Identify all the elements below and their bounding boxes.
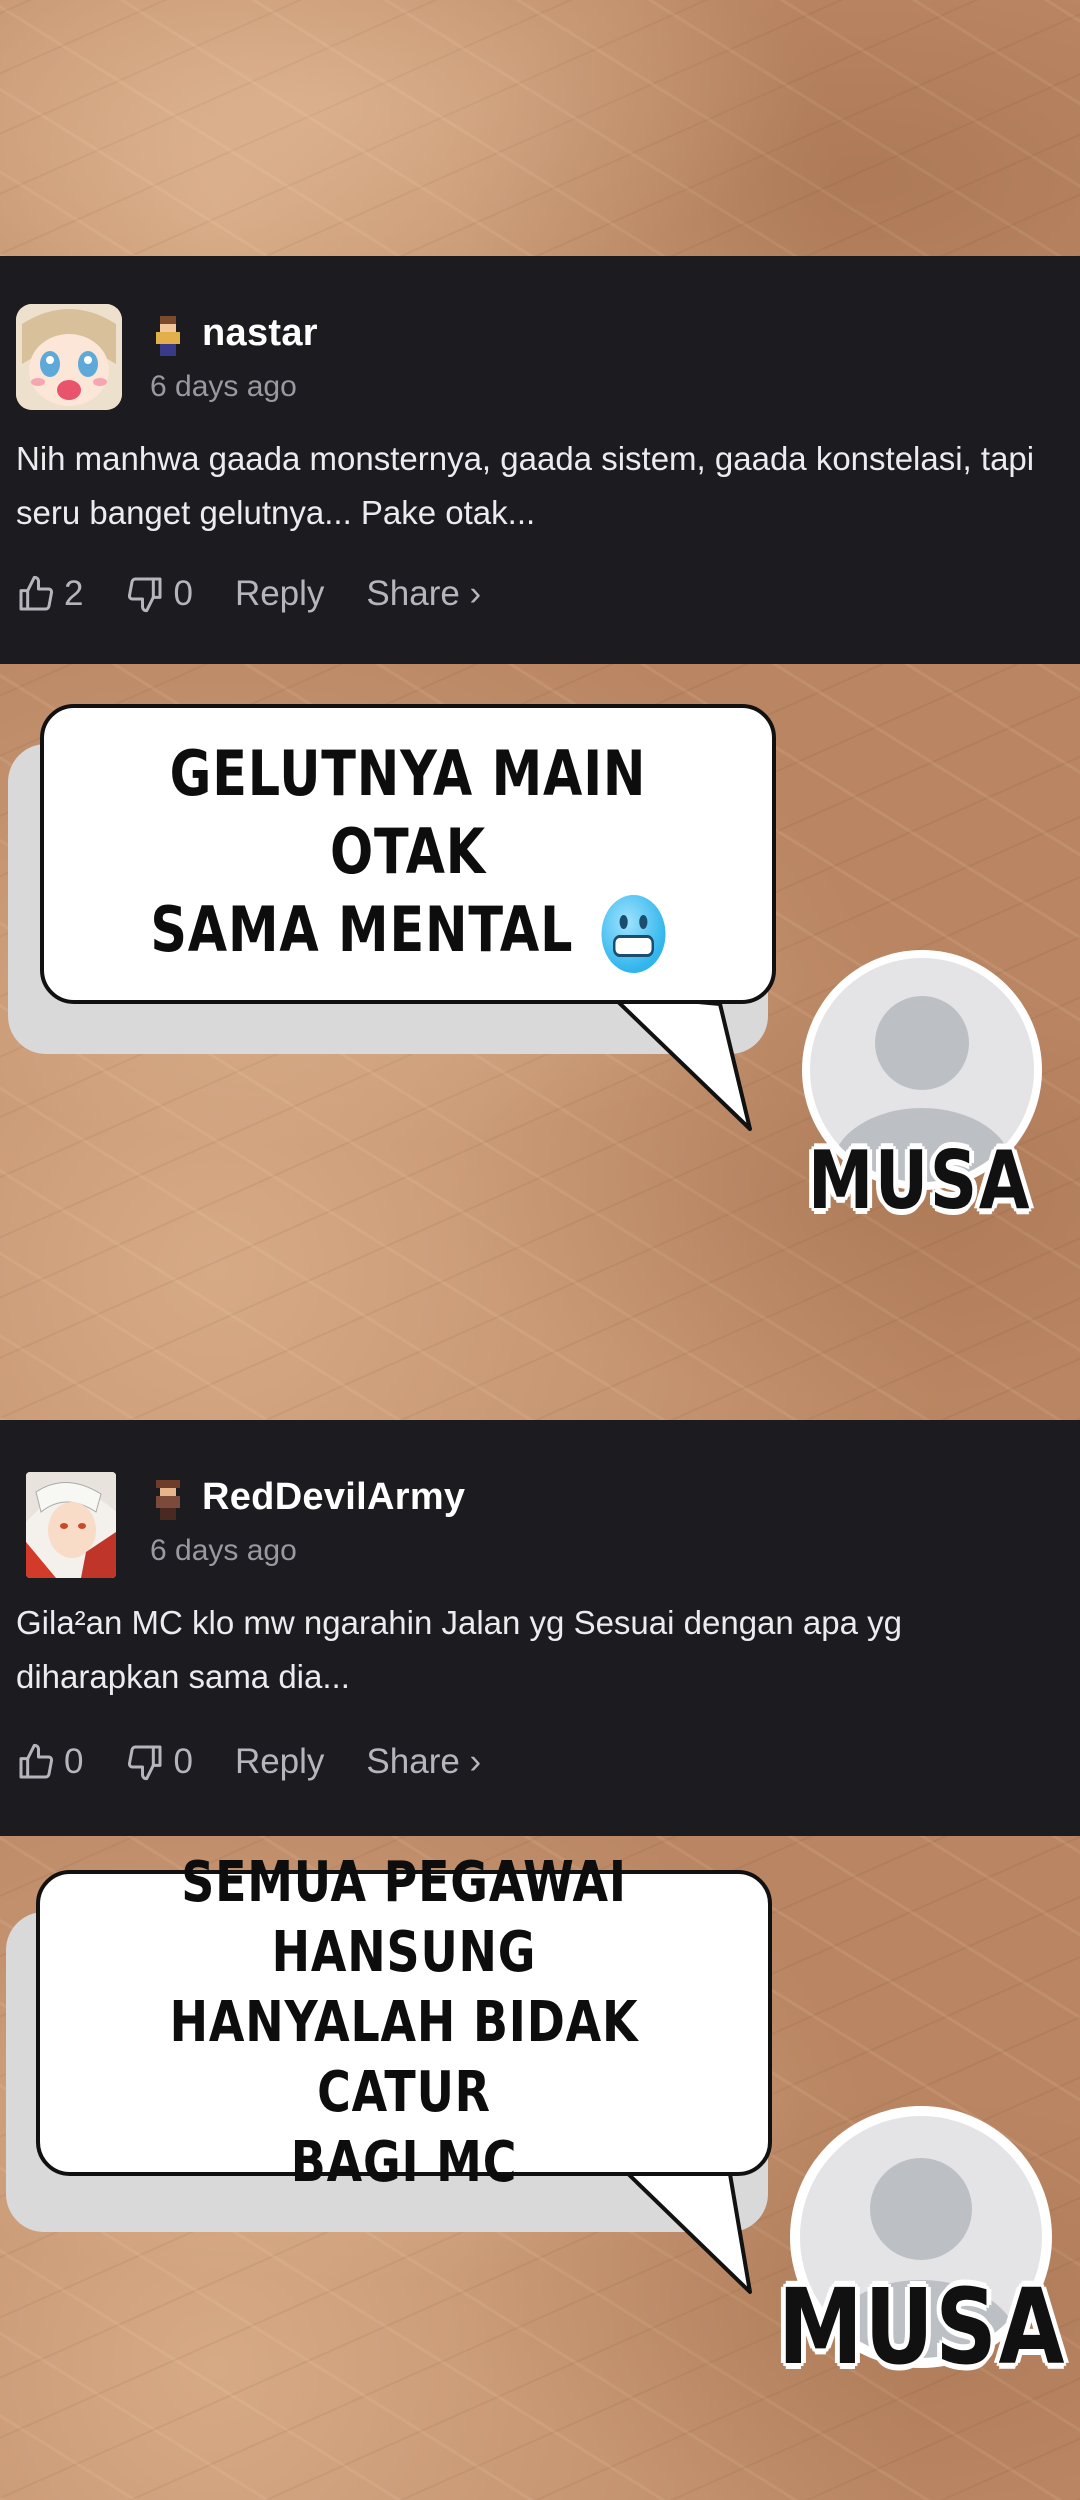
- like-button[interactable]: 0: [16, 1742, 83, 1782]
- bubble-line-1: GELUTNYA MAIN OTAK: [169, 737, 647, 889]
- bubble-line-1: SEMUA PEGAWAI HANSUNG: [181, 1850, 627, 1985]
- anime-girl-avatar-icon: [16, 304, 122, 410]
- user-avatar[interactable]: [16, 304, 122, 410]
- bubble-body: GELUTNYA MAIN OTAK SAMA MENTAL: [40, 704, 776, 1004]
- reply-button[interactable]: Reply: [235, 1742, 324, 1782]
- reply-button[interactable]: Reply: [235, 574, 324, 614]
- bubble-line-3: BAGI MC: [290, 2130, 518, 2195]
- bubble-body: SEMUA PEGAWAI HANSUNG HANYALAH BIDAK CAT…: [36, 1850, 772, 2195]
- author-name-label: MUSA: [808, 1134, 1032, 1227]
- comment-card-2: RedDevilArmy 6 days ago Gila²an MC klo m…: [0, 1420, 1080, 1836]
- username[interactable]: nastar: [202, 312, 318, 355]
- bubble-line-2: HANYALAH BIDAK CATUR: [169, 1990, 639, 2125]
- thumbs-down-icon: [128, 577, 162, 613]
- bubble-tail: [608, 994, 752, 1131]
- share-label: Share ›: [366, 1742, 482, 1781]
- comment-actions: 0 0 Reply Share ›: [16, 1732, 523, 1792]
- dislike-count: 0: [173, 1742, 193, 1781]
- reply-label: Reply: [234, 1742, 325, 1781]
- sand-background-top: [0, 0, 1080, 256]
- like-count: 0: [64, 1742, 84, 1781]
- speech-bubble-1: GELUTNYA MAIN OTAK SAMA MENTAL MUSA: [0, 664, 1080, 1420]
- dislike-count: 0: [173, 574, 193, 613]
- user-avatar[interactable]: [26, 1472, 116, 1578]
- comment-timestamp: 6 days ago: [150, 370, 297, 403]
- like-button[interactable]: 2: [16, 574, 83, 614]
- thumbs-up-icon: [19, 1743, 54, 1779]
- anime-boy-avatar-icon: [26, 1472, 116, 1578]
- share-label: Share ›: [366, 574, 482, 613]
- dislike-button[interactable]: 0: [125, 574, 193, 614]
- bubble-text: SEMUA PEGAWAI HANSUNG HANYALAH BIDAK CAT…: [106, 1848, 703, 2198]
- comment-timestamp: 6 days ago: [150, 1534, 297, 1567]
- dislike-button[interactable]: 0: [125, 1742, 193, 1782]
- share-button[interactable]: Share ›: [366, 1742, 481, 1782]
- like-count: 2: [64, 574, 84, 613]
- sand-background-bottom: SEMUA PEGAWAI HANSUNG HANYALAH BIDAK CAT…: [0, 1836, 1080, 2500]
- bubble-line-2: SAMA MENTAL: [110, 891, 707, 973]
- thumbs-down-icon: [128, 1745, 162, 1781]
- speech-bubble-2: SEMUA PEGAWAI HANSUNG HANYALAH BIDAK CAT…: [0, 1836, 1080, 2500]
- pixel-character-icon: [152, 316, 184, 356]
- cold-face-emoji-icon: [601, 894, 666, 973]
- comment-card-1: nastar 6 days ago Nih manhwa gaada monst…: [0, 256, 1080, 664]
- pixel-character-icon: [152, 1480, 184, 1520]
- comment-body: Gila²an MC klo mw ngarahin Jalan yg Sesu…: [16, 1604, 903, 1695]
- bubble-text: GELUTNYA MAIN OTAK SAMA MENTAL: [110, 735, 707, 973]
- thumbs-up-icon: [19, 575, 54, 611]
- reply-label: Reply: [234, 574, 325, 613]
- bubble-line-2-text: SAMA MENTAL: [150, 893, 574, 967]
- comment-actions: 2 0 Reply Share ›: [16, 564, 523, 624]
- share-button[interactable]: Share ›: [366, 574, 481, 614]
- comment-body: Nih manhwa gaada monsternya, gaada siste…: [16, 440, 1035, 531]
- sand-background-middle: GELUTNYA MAIN OTAK SAMA MENTAL MUSA: [0, 664, 1080, 1420]
- author-name-label: MUSA: [778, 2266, 1067, 2388]
- username[interactable]: RedDevilArmy: [202, 1476, 465, 1519]
